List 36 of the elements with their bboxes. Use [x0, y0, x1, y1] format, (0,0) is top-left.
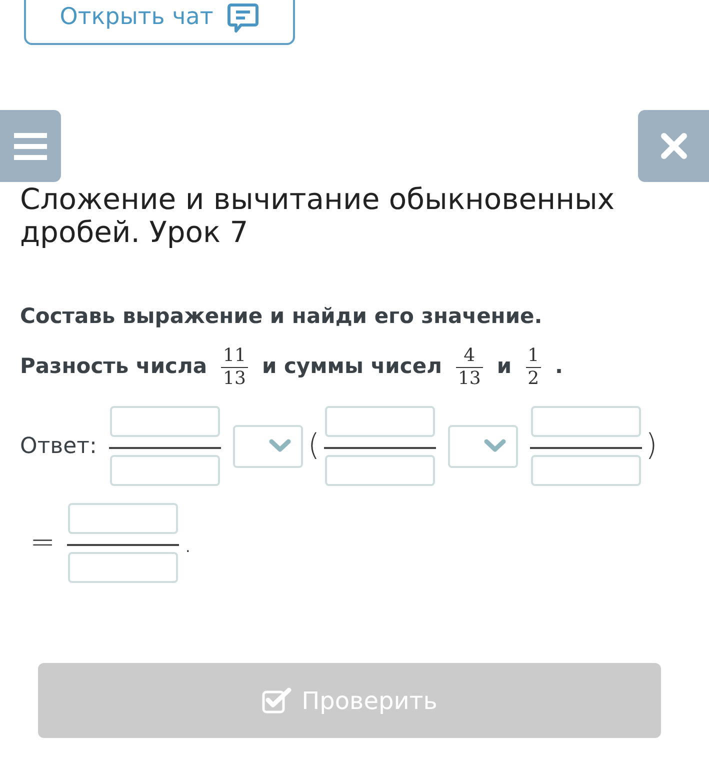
task-instruction: Составь выражение и найди его значение. [20, 303, 544, 330]
denominator-field[interactable] [530, 455, 641, 486]
answer-label: Ответ: [20, 432, 97, 460]
statement-text: . [555, 353, 564, 380]
operator-dropdown[interactable] [448, 424, 518, 468]
close-icon [660, 133, 686, 159]
statement-text: и [496, 353, 512, 380]
fraction-denominator: 13 [222, 369, 247, 388]
math-symbol: ( [308, 431, 320, 461]
fraction-numerator: 4 [462, 346, 476, 365]
numerator-field[interactable] [110, 406, 220, 437]
math-symbol: ) [646, 431, 658, 461]
denominator-field[interactable] [324, 455, 435, 486]
numerator-field[interactable] [68, 503, 178, 534]
denominator-field[interactable] [110, 455, 220, 486]
chat-icon [227, 2, 260, 32]
close-button[interactable] [638, 110, 709, 182]
numerator-field[interactable] [324, 406, 435, 437]
numerator-field[interactable] [530, 406, 641, 437]
menu-icon [14, 132, 47, 160]
menu-button[interactable] [0, 110, 61, 182]
lesson-title: Сложение и вычитание обыкновенных дробей. Урок 7 [20, 183, 616, 249]
fraction-denominator: 13 [456, 369, 482, 388]
fraction-numerator: 11 [222, 346, 247, 365]
math-symbol: . [183, 528, 193, 558]
denominator-field[interactable] [68, 552, 178, 583]
math-symbol: = [30, 528, 56, 558]
statement-text: Разность числа [20, 353, 208, 380]
chevron-down-icon [484, 438, 506, 452]
chevron-down-icon [268, 438, 291, 452]
checkbox-check-icon [262, 687, 292, 714]
statement-text: и суммы чисел [262, 353, 442, 380]
operator-dropdown[interactable] [232, 424, 303, 468]
open-chat-button[interactable]: Открыть чат [24, 0, 295, 45]
fraction-numerator: 1 [526, 346, 540, 365]
fraction-denominator: 2 [526, 369, 540, 388]
